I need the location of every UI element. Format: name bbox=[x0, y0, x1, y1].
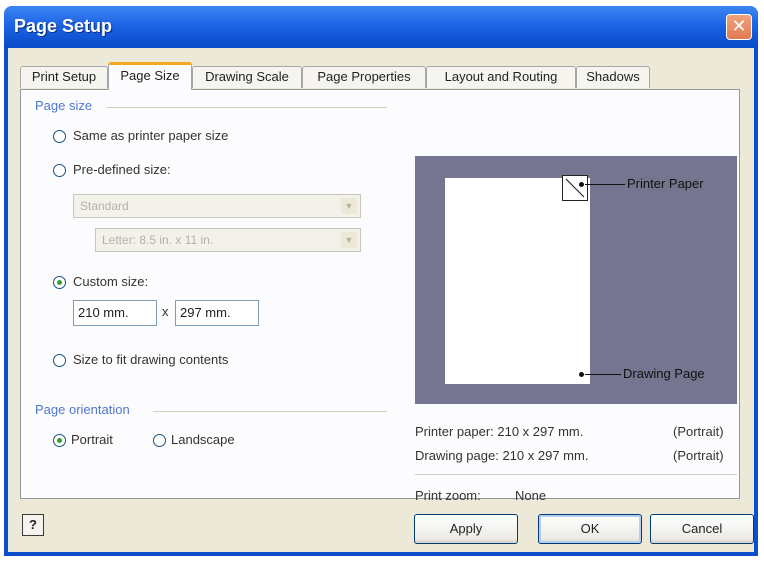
size-to-fit-label[interactable]: Size to fit drawing contents bbox=[73, 352, 228, 367]
page-setup-dialog: Page Setup ✕ Print Setup Page Size Drawi… bbox=[4, 6, 758, 556]
title-bar[interactable]: Page Setup ✕ bbox=[4, 6, 758, 48]
drawing-page-leader bbox=[585, 374, 621, 375]
tab-layout-and-routing[interactable]: Layout and Routing bbox=[426, 66, 576, 88]
tab-shadows[interactable]: Shadows bbox=[576, 66, 650, 88]
custom-size-label[interactable]: Custom size: bbox=[73, 274, 148, 289]
tab-page-size[interactable]: Page Size bbox=[108, 62, 192, 90]
predefined-size-select[interactable]: Letter: 8.5 in. x 11 in. ▼ bbox=[95, 228, 361, 252]
orientation-divider bbox=[153, 411, 387, 412]
same-as-printer-label[interactable]: Same as printer paper size bbox=[73, 128, 228, 143]
printer-paper-leader bbox=[585, 184, 625, 185]
page-size-divider bbox=[107, 107, 387, 108]
dialog-client: Print Setup Page Size Drawing Scale Page… bbox=[8, 48, 754, 552]
cancel-button[interactable]: Cancel bbox=[650, 514, 754, 544]
predefined-size-radio[interactable] bbox=[53, 164, 66, 177]
landscape-label[interactable]: Landscape bbox=[171, 432, 235, 447]
custom-height-input[interactable]: 297 mm. bbox=[175, 300, 259, 326]
help-icon[interactable]: ? bbox=[22, 514, 44, 536]
printer-paper-orientation: (Portrait) bbox=[673, 424, 724, 439]
printer-paper-marker bbox=[562, 175, 588, 201]
chevron-down-icon: ▼ bbox=[341, 198, 357, 214]
same-as-printer-radio[interactable] bbox=[53, 130, 66, 143]
size-to-fit-radio[interactable] bbox=[53, 354, 66, 367]
drawing-page-sheet bbox=[445, 178, 590, 384]
predefined-type-select[interactable]: Standard ▼ bbox=[73, 194, 361, 218]
page-size-panel: Page size Same as printer paper size Pre… bbox=[20, 89, 740, 503]
portrait-label[interactable]: Portrait bbox=[71, 432, 113, 447]
apply-button[interactable]: Apply bbox=[414, 514, 518, 544]
tab-page-properties[interactable]: Page Properties bbox=[302, 66, 426, 88]
landscape-radio[interactable] bbox=[153, 434, 166, 447]
page-size-group-label: Page size bbox=[35, 98, 93, 113]
predefined-size-value: Letter: 8.5 in. x 11 in. bbox=[102, 233, 214, 247]
page-orientation-group-label: Page orientation bbox=[35, 402, 130, 417]
printer-paper-info: Printer paper: 210 x 297 mm. bbox=[415, 424, 584, 439]
predefined-size-label[interactable]: Pre-defined size: bbox=[73, 162, 171, 177]
close-icon[interactable]: ✕ bbox=[726, 14, 752, 40]
ok-button[interactable]: OK bbox=[538, 514, 642, 544]
portrait-radio[interactable] bbox=[53, 434, 66, 447]
tab-print-setup[interactable]: Print Setup bbox=[20, 66, 108, 88]
predefined-type-value: Standard bbox=[80, 199, 129, 213]
printer-paper-corner-icon bbox=[565, 178, 585, 198]
printer-paper-pointer bbox=[579, 182, 584, 187]
drawing-page-pointer bbox=[579, 372, 584, 377]
page-preview: Printer Paper Drawing Page bbox=[415, 156, 737, 404]
info-divider bbox=[415, 474, 737, 475]
times-separator: x bbox=[162, 304, 169, 319]
print-zoom-value: None bbox=[515, 488, 547, 503]
dialog-title: Page Setup bbox=[14, 16, 113, 36]
drawing-page-label: Drawing Page bbox=[623, 366, 705, 381]
tab-drawing-scale[interactable]: Drawing Scale bbox=[192, 66, 302, 88]
custom-width-input[interactable]: 210 mm. bbox=[73, 300, 157, 326]
printer-paper-label: Printer Paper bbox=[627, 176, 704, 191]
drawing-page-orientation: (Portrait) bbox=[673, 448, 724, 463]
print-zoom-label: Print zoom: bbox=[415, 488, 481, 503]
tab-strip: Print Setup Page Size Drawing Scale Page… bbox=[20, 62, 740, 90]
chevron-down-icon: ▼ bbox=[341, 232, 357, 248]
drawing-page-info: Drawing page: 210 x 297 mm. bbox=[415, 448, 589, 463]
custom-size-radio[interactable] bbox=[53, 276, 66, 289]
